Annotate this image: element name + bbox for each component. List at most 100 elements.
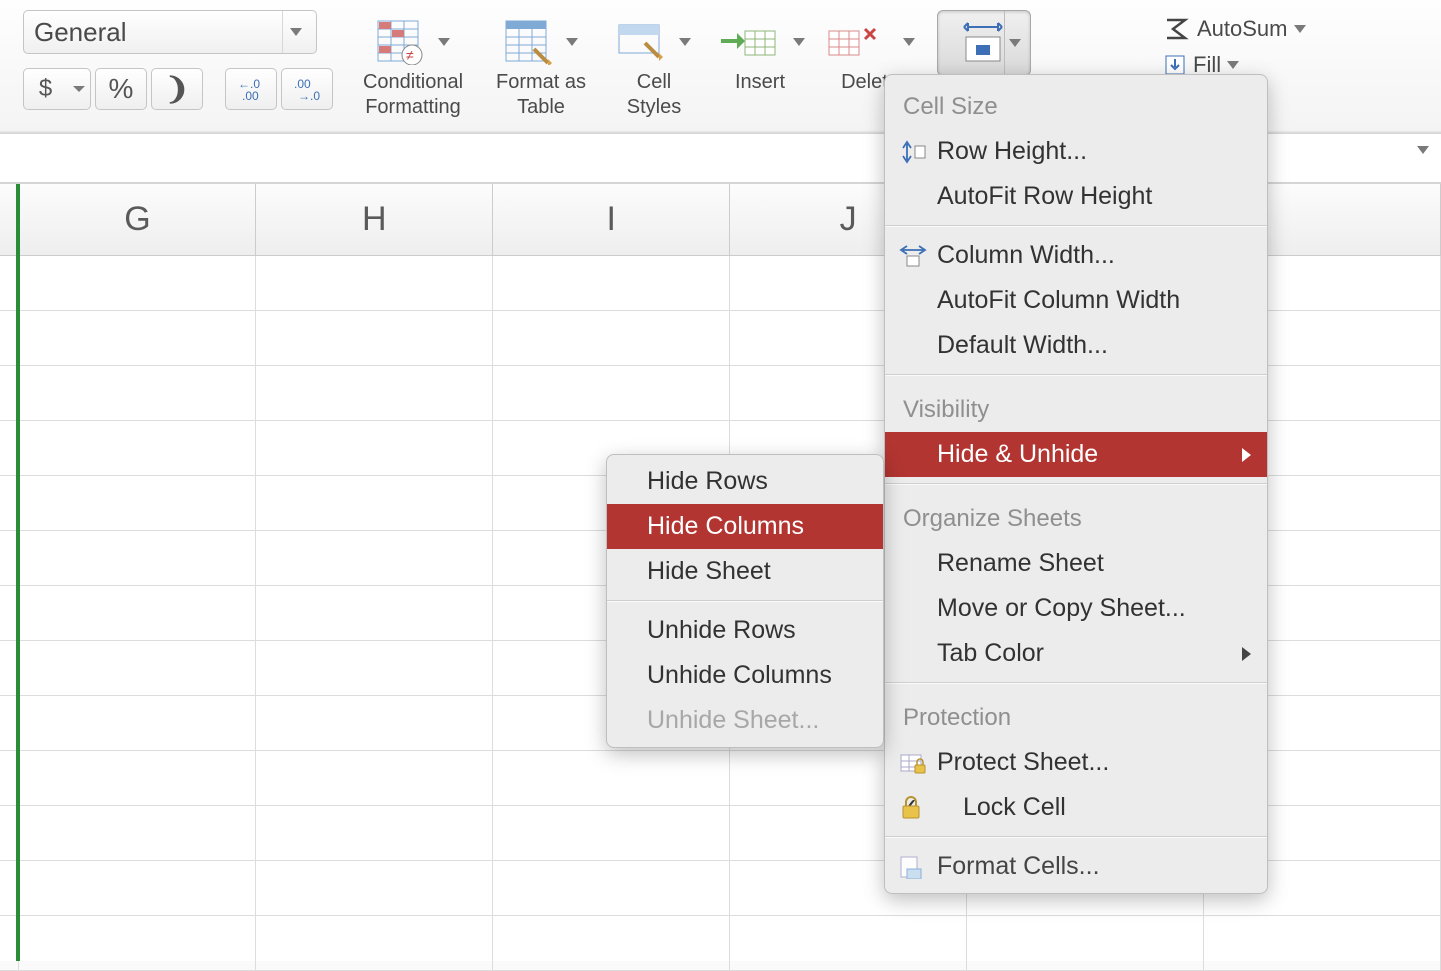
menu-default-width-label: Default Width... (937, 331, 1108, 360)
submenu-unhide-columns[interactable]: Unhide Columns (607, 653, 883, 698)
grid-cell[interactable] (256, 751, 493, 806)
grid-cell[interactable] (19, 476, 256, 531)
grid-cell[interactable] (256, 641, 493, 696)
col-header-g[interactable]: G (19, 184, 256, 255)
format-button[interactable] (937, 10, 1031, 76)
grid-cell[interactable] (256, 256, 493, 311)
formula-bar-expand[interactable] (1417, 146, 1429, 154)
percent-button[interactable]: % (95, 68, 147, 110)
protect-sheet-icon (899, 751, 927, 775)
fill-caret[interactable] (1227, 61, 1239, 69)
number-format-value: General (34, 17, 127, 48)
menu-row-height[interactable]: Row Height... (885, 129, 1267, 174)
menu-autofit-row-height[interactable]: AutoFit Row Height (885, 174, 1267, 219)
submenu-unhide-rows[interactable]: Unhide Rows (607, 608, 883, 653)
grid-cell[interactable] (19, 641, 256, 696)
grid-cell[interactable] (256, 861, 493, 916)
grid-cell[interactable] (493, 366, 730, 421)
editing-group: AutoSum Fill (1163, 16, 1306, 78)
menu-column-width[interactable]: Column Width... (885, 233, 1267, 278)
grid-cell[interactable] (493, 751, 730, 806)
grid-cell[interactable] (493, 311, 730, 366)
currency-symbol: $ (39, 75, 52, 103)
submenu-arrow-icon (1242, 448, 1251, 462)
grid-cell[interactable] (493, 806, 730, 861)
format-dropdown-caret[interactable] (1004, 11, 1024, 75)
col-header-h[interactable]: H (256, 184, 493, 255)
grid-cell[interactable] (19, 531, 256, 586)
submenu-hide-sheet[interactable]: Hide Sheet (607, 549, 883, 594)
grid-cell[interactable] (19, 256, 256, 311)
conditional-formatting-button[interactable]: ≠ Conditional Formatting (359, 10, 467, 120)
insert-button[interactable]: Insert (717, 10, 803, 95)
currency-dropdown[interactable] (67, 68, 91, 110)
number-format-caret[interactable] (282, 11, 308, 53)
autosum-icon (1163, 16, 1191, 42)
increase-decimal-button[interactable]: ←.0 .00 (225, 68, 277, 110)
submenu-hide-rows[interactable]: Hide Rows (607, 459, 883, 504)
increase-decimal-icon: ←.0 .00 (234, 76, 268, 102)
grid-cell[interactable] (19, 751, 256, 806)
menu-hide-unhide[interactable]: Hide & Unhide (885, 432, 1267, 477)
col-header-j-label: J (840, 200, 857, 239)
selection-edge (16, 184, 20, 961)
menu-lock-cell-label: Lock Cell (963, 793, 1066, 822)
format-as-table-icon (504, 19, 560, 65)
cell-styles-icon (617, 19, 673, 65)
grid-cell[interactable] (19, 311, 256, 366)
grid-cell[interactable] (19, 806, 256, 861)
menu-default-width[interactable]: Default Width... (885, 323, 1267, 368)
autosum-button[interactable]: AutoSum (1163, 16, 1306, 42)
grid-cell[interactable] (19, 916, 256, 971)
menu-rename-sheet[interactable]: Rename Sheet (885, 541, 1267, 586)
autosum-caret[interactable] (1294, 25, 1306, 33)
currency-button[interactable]: $ (23, 68, 67, 110)
grid-cell[interactable] (19, 586, 256, 641)
submenu-hide-columns[interactable]: Hide Columns (607, 504, 883, 549)
menu-lock-cell[interactable]: ✓ Lock Cell (885, 785, 1267, 830)
grid-cell[interactable] (1204, 916, 1441, 971)
grid-cell[interactable] (493, 861, 730, 916)
grid-cell[interactable] (19, 696, 256, 751)
number-format-select[interactable]: General (23, 10, 317, 54)
delete-cells-icon (825, 19, 897, 65)
menu-separator (885, 483, 1267, 485)
comma-style-button[interactable]: ❩ (151, 68, 203, 110)
grid-cell[interactable] (730, 916, 967, 971)
cell-styles-button[interactable]: Cell Styles (615, 10, 693, 120)
grid-cell[interactable] (19, 366, 256, 421)
grid-cell[interactable] (256, 696, 493, 751)
grid-cell[interactable] (256, 586, 493, 641)
menu-separator (885, 225, 1267, 227)
menu-autofit-column-width[interactable]: AutoFit Column Width (885, 278, 1267, 323)
grid-cell[interactable] (493, 916, 730, 971)
grid-cell[interactable] (256, 916, 493, 971)
menu-tab-color[interactable]: Tab Color (885, 631, 1267, 676)
col-header-h-label: H (362, 200, 387, 239)
grid-cell[interactable] (19, 861, 256, 916)
menu-move-copy-sheet[interactable]: Move or Copy Sheet... (885, 586, 1267, 631)
grid-cell[interactable] (256, 421, 493, 476)
hide-unhide-submenu: Hide Rows Hide Columns Hide Sheet Unhide… (606, 454, 884, 748)
menu-row-height-label: Row Height... (937, 137, 1087, 166)
svg-text:.00: .00 (242, 89, 259, 102)
grid-cell[interactable] (493, 256, 730, 311)
menu-format-cells[interactable]: Format Cells... (885, 844, 1267, 889)
format-as-table-button[interactable]: Format as Table (487, 10, 595, 120)
format-dropdown-menu: Cell Size Row Height... AutoFit Row Heig… (884, 74, 1268, 894)
grid-cell[interactable] (256, 311, 493, 366)
grid-cell[interactable] (256, 806, 493, 861)
menu-protect-sheet[interactable]: Protect Sheet... (885, 740, 1267, 785)
decrease-decimal-button[interactable]: .00 →.0 (281, 68, 333, 110)
lock-icon (927, 796, 955, 820)
grid-cell[interactable] (19, 421, 256, 476)
grid-cell[interactable] (256, 531, 493, 586)
col-header-i[interactable]: I (493, 184, 730, 255)
grid-cell[interactable] (256, 476, 493, 531)
grid-cell[interactable] (967, 916, 1204, 971)
menu-format-cells-label: Format Cells... (937, 852, 1100, 881)
submenu-unhide-sheet: Unhide Sheet... (607, 698, 883, 743)
comma-icon: ❩ (164, 72, 189, 107)
grid-cell[interactable] (256, 366, 493, 421)
autosum-label: AutoSum (1197, 16, 1288, 42)
